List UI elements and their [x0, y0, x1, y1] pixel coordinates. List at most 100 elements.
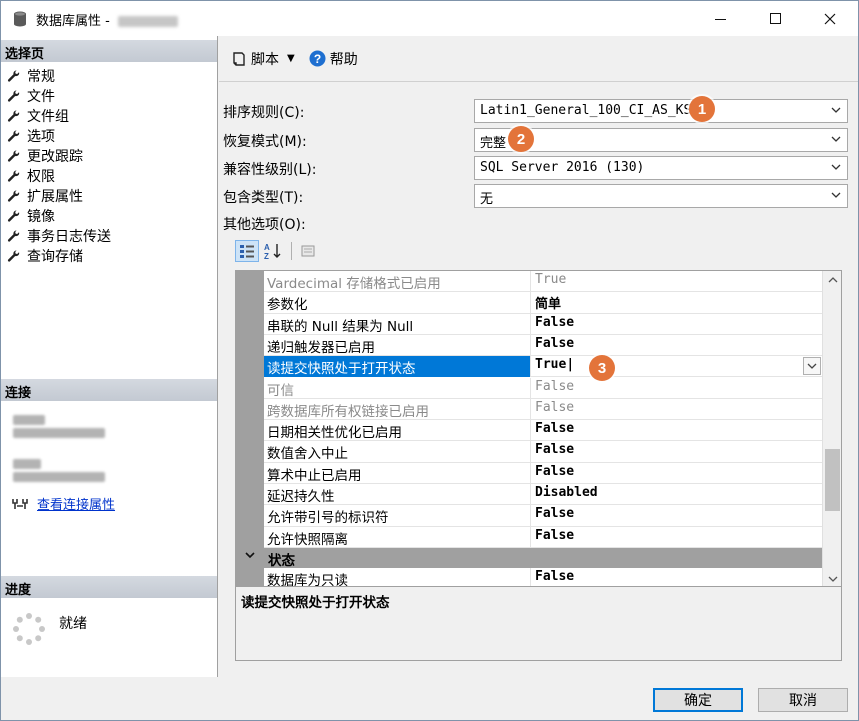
sidebar-item[interactable]: 镜像: [1, 206, 217, 226]
spinner-icon: [13, 613, 45, 645]
containment-select[interactable]: 无: [474, 184, 848, 208]
sidebar-item[interactable]: 扩展属性: [1, 186, 217, 206]
chevron-down-icon: [831, 192, 841, 198]
property-row[interactable]: Vardecimal 存储格式已启用 True: [264, 271, 823, 293]
property-row[interactable]: 可信 False: [264, 377, 823, 399]
recovery-value: 完整: [480, 136, 507, 151]
property-row[interactable]: 日期相关性优化已启用 False: [264, 420, 823, 442]
callout-badge-2: 2: [508, 126, 534, 152]
chevron-down-icon[interactable]: ▼: [287, 53, 295, 64]
sidebar-item[interactable]: 查询存储: [1, 246, 217, 266]
collation-select[interactable]: Latin1_General_100_CI_AS_KS: [474, 99, 848, 123]
containment-label: 包含类型(T):: [223, 190, 304, 206]
right-pane: 脚本 ▼ ? 帮助 排序规则(C): Latin1_General_100_CI…: [219, 36, 858, 677]
sidebar-item[interactable]: 文件: [1, 86, 217, 106]
sidebar-item[interactable]: 常规: [1, 66, 217, 86]
select-page-header: 选择页: [1, 40, 217, 62]
minimize-button[interactable]: [697, 1, 743, 36]
svg-text:Z: Z: [264, 252, 269, 260]
maximize-button[interactable]: [752, 1, 798, 36]
wrench-icon: [7, 250, 20, 262]
redacted-text: [13, 428, 105, 438]
close-button[interactable]: [807, 1, 853, 36]
help-button[interactable]: ? 帮助: [309, 49, 358, 69]
alphabetical-view-button[interactable]: A Z: [261, 240, 285, 262]
progress-status: 就绪: [59, 616, 87, 632]
sidebar-item[interactable]: 选项: [1, 126, 217, 146]
wrench-icon: [7, 170, 20, 182]
script-label: 脚本: [251, 51, 279, 68]
property-row[interactable]: 延迟持久性 Disabled: [264, 484, 823, 506]
wrench-icon: [7, 210, 20, 222]
sidebar-item-label: 选项: [27, 129, 55, 145]
help-icon: ?: [309, 50, 326, 67]
property-name: 允许快照隔离: [264, 526, 531, 548]
property-name: 可信: [264, 377, 531, 399]
property-value: False: [535, 463, 575, 479]
compatibility-select[interactable]: SQL Server 2016 (130): [474, 156, 848, 180]
cancel-button[interactable]: 取消: [758, 688, 848, 712]
sidebar-item[interactable]: 权限: [1, 166, 217, 186]
property-row[interactable]: 数据库为只读 False: [264, 567, 823, 586]
callout-badge-3: 3: [589, 355, 615, 381]
title-bar: 数据库属性 -: [1, 1, 858, 36]
property-row[interactable]: 允许快照隔离 False: [264, 526, 823, 548]
scrollbar-thumb[interactable]: [825, 449, 840, 511]
categorized-view-button[interactable]: [235, 240, 259, 262]
property-name: Vardecimal 存储格式已启用: [264, 271, 531, 292]
containment-value: 无: [480, 192, 494, 207]
other-options-label: 其他选项(O):: [223, 217, 306, 233]
grid-scrollbar[interactable]: [822, 271, 841, 586]
property-row[interactable]: 串联的 Null 结果为 Null False: [264, 313, 823, 335]
property-row[interactable]: 跨数据库所有权链接已启用 False: [264, 398, 823, 421]
property-name: 算术中止已启用: [264, 462, 531, 484]
property-row[interactable]: 允许带引号的标识符 False: [264, 505, 823, 527]
property-grid: Vardecimal 存储格式已启用 True 参数化 简单 串联的 Null 结果为 …: [235, 270, 842, 587]
compatibility-row: 兼容性级别(L): SQL Server 2016 (130): [223, 156, 848, 180]
view-connection-properties[interactable]: 查看连接属性: [11, 494, 115, 513]
property-name: 日期相关性优化已启用: [264, 420, 531, 442]
sidebar-item[interactable]: 更改跟踪: [1, 146, 217, 166]
category-header-state[interactable]: 状态: [236, 547, 823, 569]
property-value: False: [535, 568, 575, 584]
close-icon: [824, 13, 836, 24]
recovery-row: 恢复模式(M): 完整: [223, 128, 848, 152]
callout-badge-1: 1: [689, 96, 715, 122]
property-row[interactable]: 数值舍入中止 False: [264, 441, 823, 463]
sidebar-item[interactable]: 事务日志传送: [1, 226, 217, 246]
value-dropdown-button[interactable]: [803, 357, 821, 376]
connection-icon: [12, 498, 28, 509]
collation-row: 排序规则(C): Latin1_General_100_CI_AS_KS: [223, 99, 848, 123]
sidebar-item-label: 权限: [27, 169, 55, 185]
sort-alphabetical-icon: A Z: [264, 243, 281, 260]
view-connection-properties-link[interactable]: 查看连接属性: [37, 494, 115, 513]
redacted-text: [13, 459, 41, 469]
property-row[interactable]: 递归触发器已启用 False: [264, 334, 823, 357]
maximize-icon: [769, 13, 781, 24]
property-row[interactable]: 参数化 简单: [264, 292, 823, 314]
chevron-down-icon: [807, 363, 817, 370]
ok-button[interactable]: 确定: [653, 688, 743, 712]
sidebar-item-label: 扩展属性: [27, 189, 83, 205]
property-value[interactable]: True|: [532, 356, 822, 377]
scroll-down-icon[interactable]: [823, 570, 841, 586]
script-button[interactable]: 脚本 ▼: [231, 49, 295, 69]
server-info: [13, 412, 105, 441]
property-pages-icon: [301, 245, 315, 257]
property-pages-button[interactable]: [296, 240, 320, 262]
property-row[interactable]: 读提交快照处于打开状态 True|: [264, 356, 823, 378]
description-title: 读提交快照处于打开状态: [241, 595, 390, 611]
property-value: True: [535, 272, 567, 287]
wrench-icon: [7, 150, 20, 162]
chevron-down-icon[interactable]: [244, 549, 256, 565]
sidebar-item-label: 常规: [27, 69, 55, 85]
property-row[interactable]: 算术中止已启用 False: [264, 462, 823, 484]
scroll-up-icon[interactable]: [823, 271, 841, 289]
property-name: 跨数据库所有权链接已启用: [264, 398, 531, 420]
svg-text:A: A: [264, 243, 270, 252]
description-panel: 读提交快照处于打开状态: [235, 587, 842, 661]
categorized-icon: [240, 245, 254, 258]
sidebar-item[interactable]: 文件组: [1, 106, 217, 126]
wrench-icon: [7, 190, 20, 202]
toolbar-separator: [291, 242, 292, 260]
